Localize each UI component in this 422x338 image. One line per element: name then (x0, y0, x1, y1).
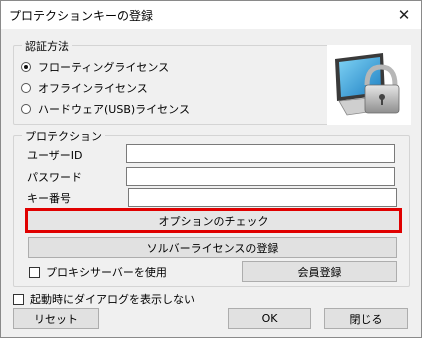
radio-offline-license-button[interactable] (21, 83, 31, 93)
key-number-input[interactable] (128, 188, 397, 207)
radio-hardware-license-button[interactable] (21, 104, 31, 114)
user-id-label: ユーザーID (27, 149, 83, 162)
key-number-label: キー番号 (27, 192, 71, 205)
proxy-server-label: プロキシサーバーを使用 (46, 266, 167, 279)
radio-offline-license-label: オフラインライセンス (38, 82, 148, 95)
protection-group-title: プロテクション (22, 128, 105, 144)
dialog-window: プロテクションキーの登録 ✕ 認証方法 フローティングライセンス オフラインライ… (0, 0, 422, 338)
radio-offline-license[interactable]: オフラインライセンス (21, 80, 148, 96)
ok-button-label: OK (261, 312, 278, 325)
member-register-button[interactable]: 会員登録 (242, 261, 397, 282)
proxy-server-checkbox-row[interactable]: プロキシサーバーを使用 (29, 264, 167, 280)
member-register-button-label: 会員登録 (297, 265, 342, 279)
proxy-server-checkbox[interactable] (29, 266, 40, 278)
check-options-button-label: オプションのチェック (158, 214, 269, 228)
register-solver-license-button-label: ソルバーライセンスの登録 (146, 241, 279, 255)
close-button-label: 閉じる (349, 312, 383, 326)
title-bar: プロテクションキーの登録 ✕ (1, 1, 421, 29)
close-button[interactable]: 閉じる (324, 308, 408, 329)
register-solver-license-button[interactable]: ソルバーライセンスの登録 (28, 237, 397, 258)
auth-method-group-title: 認証方法 (22, 38, 72, 54)
radio-floating-license[interactable]: フローティングライセンス (21, 59, 169, 75)
license-lock-icon (327, 45, 411, 125)
ok-button[interactable]: OK (228, 308, 311, 329)
close-icon[interactable]: ✕ (387, 1, 421, 29)
password-input[interactable] (126, 167, 395, 186)
reset-button-label: リセット (34, 312, 78, 326)
user-id-input[interactable] (126, 144, 395, 163)
no-dialog-checkbox-row[interactable]: 起動時にダイアログを表示しない (13, 291, 195, 307)
window-title: プロテクションキーの登録 (9, 9, 154, 23)
radio-floating-license-button[interactable] (21, 62, 31, 72)
no-dialog-checkbox[interactable] (13, 293, 24, 305)
radio-hardware-license-label: ハードウェア(USB)ライセンス (38, 103, 190, 116)
password-label: パスワード (27, 171, 82, 184)
no-dialog-label: 起動時にダイアログを表示しない (30, 293, 195, 306)
radio-hardware-license[interactable]: ハードウェア(USB)ライセンス (21, 101, 190, 117)
radio-floating-license-label: フローティングライセンス (38, 61, 170, 74)
reset-button[interactable]: リセット (13, 308, 99, 329)
check-options-button[interactable]: オプションのチェック (25, 208, 402, 233)
